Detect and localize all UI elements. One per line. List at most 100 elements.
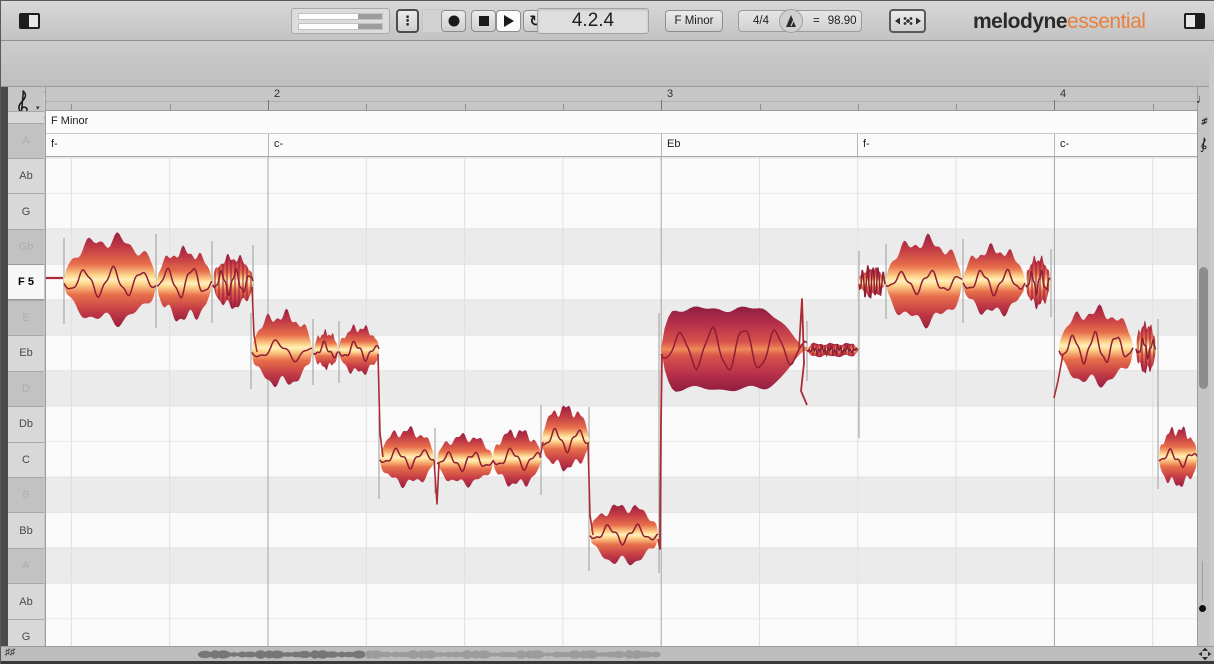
pitch-ruler-row-g[interactable]: G (8, 193, 44, 229)
bar-number: 4 (1060, 88, 1067, 100)
metronome-glyph (786, 15, 796, 27)
tempo-group[interactable]: 4/4 = 98.90 (738, 9, 862, 33)
timeline-tick (366, 104, 368, 110)
timeline-tick (464, 104, 466, 110)
pitch-ruler-label: A (22, 134, 30, 147)
pitch-ruler: A Ab G Gb F 5 E Eb D Db C B Bb A Ab G (8, 87, 44, 646)
grid-row-stripe (46, 441, 1197, 477)
tempo-value[interactable]: 98.90 (828, 15, 857, 27)
pan-zoom-corner-icon[interactable] (1198, 647, 1212, 661)
stop-button[interactable] (471, 10, 496, 32)
metronome-icon[interactable] (779, 9, 803, 33)
pitch-ruler-label: G (21, 631, 31, 644)
level-meter-bar-right (298, 23, 383, 30)
timeline-tick (1152, 104, 1154, 110)
pitch-ruler-row-a[interactable]: A (8, 122, 44, 158)
key-button[interactable]: F Minor (665, 10, 723, 32)
grid-left-border (45, 87, 46, 646)
overview-blob (269, 650, 285, 659)
overview-blob (324, 651, 339, 658)
pitch-ruler-row-f5[interactable]: F 5 (8, 264, 44, 300)
pitch-ruler-label: C (22, 453, 30, 466)
pitch-ruler-label: Bb (19, 524, 33, 537)
vertical-scrollbar-thumb[interactable] (1198, 267, 1208, 389)
pitch-ruler-label: E (22, 311, 30, 324)
right-edge-frame (1209, 41, 1214, 661)
grid-row-stripe (46, 157, 1197, 194)
chord-label: f- (51, 138, 58, 150)
overview-waveform[interactable] (1, 647, 1181, 662)
record-button[interactable] (441, 10, 466, 32)
scale-snap-toggle[interactable]: ♯♯ (1196, 116, 1210, 126)
timeline-tick (857, 104, 859, 110)
chord-label: c- (274, 138, 284, 150)
bar-number: 2 (274, 88, 281, 100)
note-value-selector[interactable]: ♩▾ (1196, 91, 1212, 106)
overview-blob (610, 651, 626, 658)
pitch-ruler-row-g[interactable]: G (8, 618, 44, 646)
quarter-note-icon: ♩ (1196, 91, 1209, 106)
pitch-ruler-row-e[interactable]: E (8, 299, 44, 336)
level-meter (291, 8, 390, 34)
overview-blob (568, 650, 581, 659)
key-track-label: F Minor (51, 115, 89, 127)
chord-track[interactable]: f-c- Eb f-c- (46, 134, 1197, 157)
timeline-tick (956, 104, 958, 110)
grid-row-stripe (46, 335, 1197, 371)
chord-cell-f[interactable]: f- (857, 134, 1054, 156)
pitch-ruler-row-ab[interactable]: Ab (8, 157, 44, 194)
key-track[interactable]: F Minor (46, 111, 1197, 134)
pitch-ruler-label: Ab (19, 595, 33, 608)
grid-row-stripe (46, 583, 1197, 619)
pitch-ruler-row (8, 111, 44, 123)
note-editor-canvas[interactable] (46, 157, 1197, 646)
overview-bar[interactable]: ♯♯ (1, 646, 1214, 661)
grid-row-stripe (46, 370, 1197, 407)
timeline-tick (661, 100, 663, 110)
timeline-ruler[interactable]: 2 3 4 (46, 87, 1197, 111)
right-panel-toggle-icon[interactable] (1184, 13, 1205, 29)
logo-brand: melodyne (973, 10, 1068, 33)
record-icon (448, 15, 459, 27)
timeline-tick (759, 104, 761, 110)
pitch-ruler-row-eb[interactable]: Eb (8, 335, 44, 371)
overview-blob (352, 650, 366, 659)
left-panel-toggle-fill (21, 15, 29, 27)
overview-blob (651, 651, 661, 658)
left-panel-toggle-icon[interactable] (19, 13, 40, 29)
pitch-ruler-row-db[interactable]: Db (8, 406, 44, 442)
pitch-ruler-label: Eb (19, 347, 33, 360)
autostretch-button[interactable] (889, 9, 926, 33)
pitch-ruler-row-gb[interactable]: Gb (8, 228, 44, 265)
level-meter-cap (358, 24, 382, 29)
timeline-divider (46, 101, 1197, 102)
overview-blob (297, 650, 312, 659)
timeline-tick (562, 104, 564, 110)
chord-cell-c[interactable]: c- (268, 134, 661, 156)
zoom-slider-handle[interactable] (1199, 605, 1206, 612)
chord-cell-eb[interactable]: Eb (661, 134, 857, 156)
pitch-ruler-label: F 5 (18, 276, 34, 289)
play-icon (504, 15, 514, 27)
time-signature[interactable]: 4/4 (753, 15, 769, 27)
chord-cell-c[interactable]: c- (1054, 134, 1197, 156)
scale-snap-icon: ♯♯ (1200, 116, 1206, 126)
chord-cell-f[interactable]: f- (46, 134, 268, 156)
pitch-ruler-row-a[interactable]: A (8, 547, 44, 584)
stop-icon (478, 16, 489, 26)
pitch-ruler-row-bb[interactable]: Bb (8, 512, 44, 548)
grid-row-stripe (46, 228, 1197, 265)
level-meter-bar-left (298, 13, 383, 20)
pitch-ruler-label: Ab (19, 170, 33, 183)
pitch-ruler-row-b[interactable]: B (8, 477, 44, 513)
position-display[interactable]: 4.2.4 (537, 8, 649, 34)
monitor-button[interactable]: ⋮ (396, 9, 419, 33)
timeline-tick (1054, 100, 1056, 110)
pitch-ruler-row-ab[interactable]: Ab (8, 583, 44, 619)
pitch-ruler-row-d[interactable]: D (8, 370, 44, 407)
melodyne-logo: melodyneessential (973, 10, 1146, 34)
pitch-ruler-label: B (22, 489, 30, 502)
play-button[interactable] (496, 10, 521, 32)
overview-blob (541, 652, 554, 657)
pitch-ruler-row-c[interactable]: C (8, 441, 44, 477)
